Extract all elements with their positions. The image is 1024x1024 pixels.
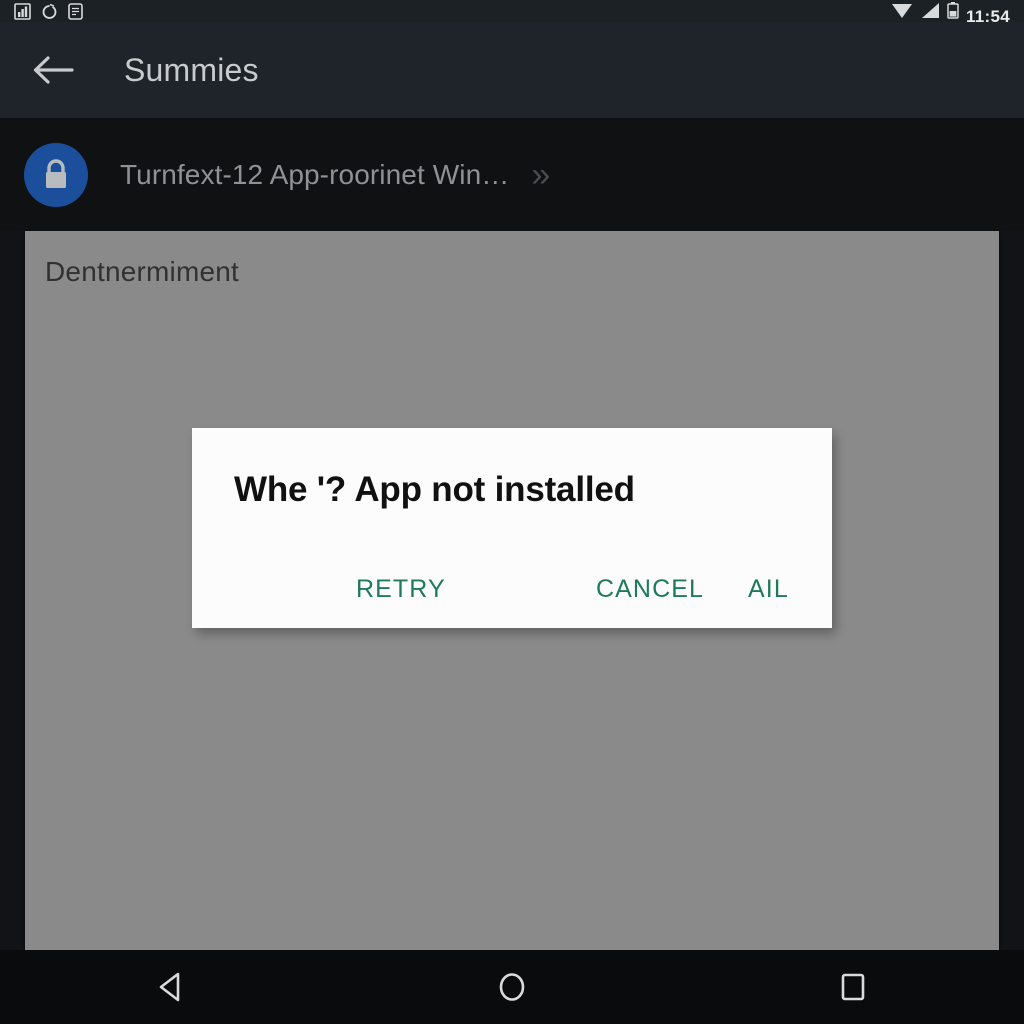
status-bar-notification-icons [14,0,83,22]
nav-recents-square-icon[interactable] [793,950,913,1024]
status-bar-system-icons: 11:54 [891,0,1010,22]
wifi-icon [891,2,913,22]
status-bar-clock: 11:54 [965,7,1010,22]
nav-home-circle-icon[interactable] [452,950,572,1024]
android-navigation-bar [0,950,1024,1024]
cancel-button[interactable]: CANCEL [588,569,712,610]
double-chevron-right-icon[interactable]: » [531,158,550,192]
dialog-title: Whe '? App not installed [234,470,635,509]
cell-signal-icon [920,2,940,22]
lock-icon[interactable] [24,142,88,207]
back-arrow-icon[interactable] [26,43,80,97]
status-bar: 11:54 [0,0,1024,22]
page-title: Summies [124,51,259,88]
retry-button[interactable]: RETRY [348,569,454,610]
nav-back-triangle-icon[interactable] [111,950,231,1024]
app-bar: Summies [0,22,1024,118]
dialog-actions: RETRY CANCEL AIL [192,562,832,610]
breadcrumb: Turnfext-12 App-roorinet Win… » [0,118,1024,231]
message-icon [68,3,83,22]
battery-icon [947,2,959,22]
content-heading: Dentnermiment [45,256,240,287]
android-screen: 11:54 Summies Turnfext-12 App-roorinet W… [0,0,1024,1024]
app-not-installed-dialog: Whe '? App not installed RETRY CANCEL AI… [192,428,832,628]
signal-bars-notification-icon [14,3,31,22]
sync-circle-icon [41,3,58,22]
breadcrumb-label: Turnfext-12 App-roorinet Win… [120,158,510,190]
ail-button[interactable]: AIL [740,569,797,610]
